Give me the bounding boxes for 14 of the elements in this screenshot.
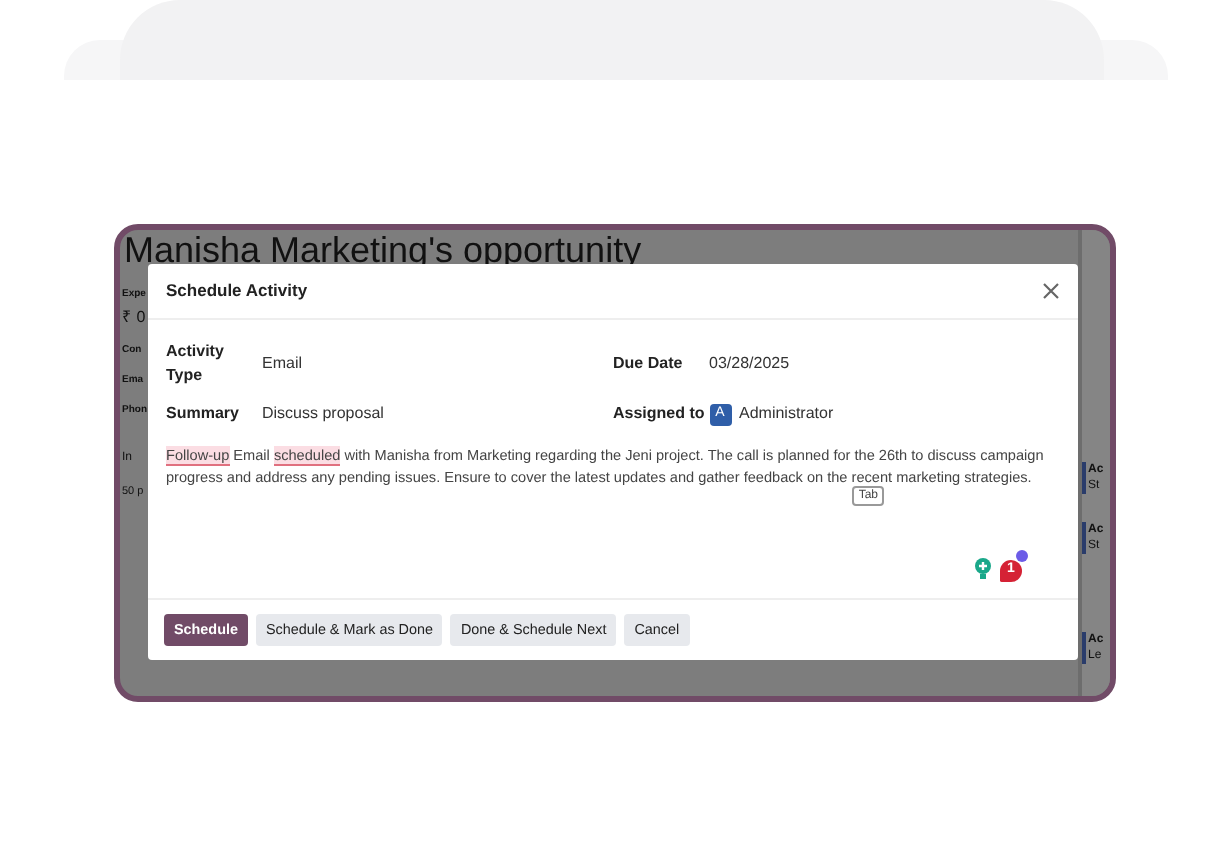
close-icon[interactable]	[1042, 282, 1060, 300]
lightbulb-icon[interactable]	[974, 558, 992, 581]
field-value[interactable]: Email	[262, 352, 303, 376]
field-label: Due Date	[613, 352, 685, 376]
field-label: Activity Type	[166, 340, 226, 388]
dialog-title: Schedule Activity	[166, 278, 308, 304]
field-label: Assigned to	[613, 402, 707, 426]
status-dot-icon	[1016, 550, 1028, 563]
field-label: Summary	[166, 402, 241, 426]
field-value[interactable]: 03/28/2025	[709, 352, 790, 376]
field-label: ₹ 0	[122, 308, 146, 326]
field-value[interactable]: Administrator	[739, 402, 834, 426]
page-title: Manisha Marketing's opportunity	[122, 230, 644, 270]
field-value[interactable]: Discuss proposal	[262, 402, 384, 426]
